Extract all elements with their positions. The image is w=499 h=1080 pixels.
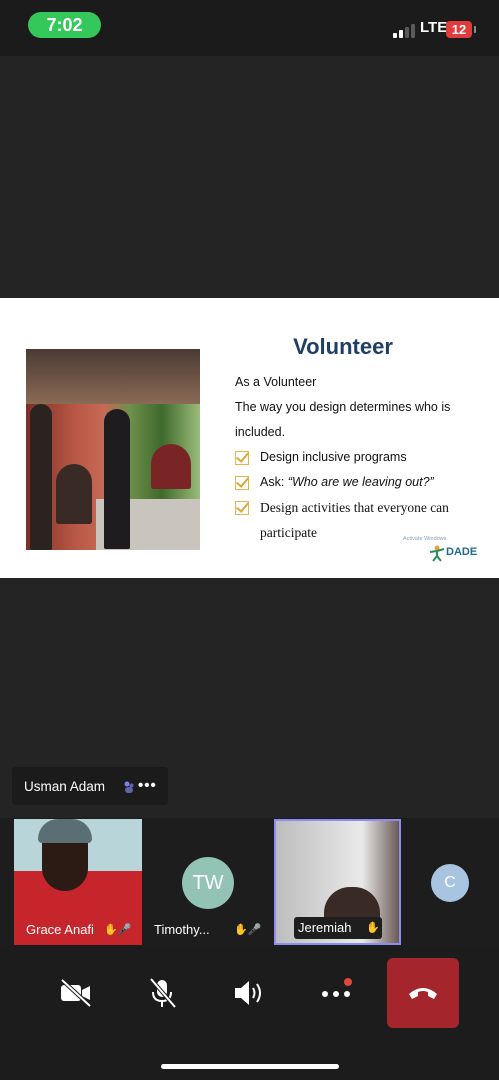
teams-presence-icon <box>124 781 134 793</box>
checkbox-icon <box>235 501 249 515</box>
bullet-text: “Who are we leaving out?” <box>287 475 434 489</box>
camera-toggle-button[interactable] <box>58 977 98 1009</box>
dade-logo: DADE <box>428 544 482 562</box>
slide-bullet-3-cont: participate <box>260 525 317 540</box>
mic-toggle-button[interactable] <box>144 977 184 1009</box>
speaker-icon <box>235 981 261 1005</box>
hang-up-button[interactable] <box>387 958 459 1028</box>
participant-name: Jeremiah <box>298 920 352 935</box>
checkbox-icon <box>235 476 249 490</box>
more-actions-button[interactable] <box>318 977 358 1009</box>
participant-tile-c[interactable]: C <box>404 819 499 945</box>
slide-title: Volunteer <box>293 334 393 359</box>
status-bar: 7:02 LTE 12 <box>0 0 499 56</box>
battery-tip <box>474 26 476 33</box>
mic-off-icon: ✋🎤 <box>104 924 132 936</box>
active-speaker-tag[interactable]: Usman Adam ••• <box>12 767 168 805</box>
hang-up-icon <box>409 988 437 999</box>
participant-tile-jeremiah[interactable]: Jeremiah ✋ <box>274 819 401 945</box>
more-icon <box>322 978 352 997</box>
participant-name: Timothy... <box>154 922 210 937</box>
participant-name: Grace Anafi <box>26 922 94 937</box>
avatar: C <box>431 864 469 902</box>
slide-line-1: As a Volunteer <box>235 375 317 389</box>
status-time[interactable]: 7:02 <box>28 12 101 38</box>
slide-line-3: included. <box>235 425 286 439</box>
mic-off-icon: ✋🎤 <box>234 924 262 936</box>
bullet-prefix: Ask: <box>260 475 288 489</box>
logo-figure-icon <box>429 545 445 562</box>
logo-text: DADE <box>446 546 478 558</box>
more-options-icon[interactable]: ••• <box>138 777 157 794</box>
bullet-text: Design inclusive programs <box>260 450 407 464</box>
video-off-icon <box>60 978 92 1008</box>
raised-hand-icon: ✋ <box>366 922 380 934</box>
participant-tile-timothy[interactable]: TW Timothy... ✋🎤 <box>146 819 272 945</box>
speaker-button[interactable] <box>231 977 271 1009</box>
speaker-name: Usman Adam <box>24 779 106 794</box>
bullet-text: Design activities that everyone can <box>260 500 449 515</box>
battery-icon: 12 <box>446 21 472 38</box>
slide-line-2: The way you design determines who is <box>235 400 451 414</box>
windows-watermark: Activate Windows <box>403 536 447 542</box>
home-indicator[interactable] <box>161 1064 339 1069</box>
participant-tile-grace[interactable]: Grace Anafi ✋🎤 <box>14 819 142 945</box>
slide-photo <box>26 349 200 550</box>
shared-slide[interactable]: Volunteer As a Volunteer The way you des… <box>0 298 499 578</box>
network-label: LTE <box>420 19 448 36</box>
checkbox-icon <box>235 451 249 465</box>
mic-off-icon <box>149 977 177 1009</box>
avatar: TW <box>182 857 234 909</box>
